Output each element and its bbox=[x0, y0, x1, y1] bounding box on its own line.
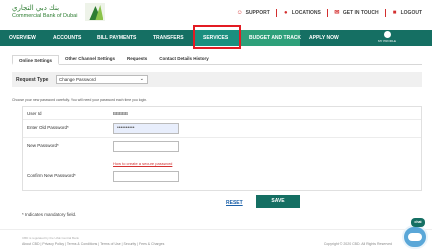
my-profile-label: MY PROFILE bbox=[377, 39, 397, 43]
divider bbox=[23, 119, 421, 120]
new-password-input[interactable] bbox=[113, 141, 179, 152]
regulation-notice: CBD is regulated by the UAE Central Bank bbox=[22, 236, 79, 240]
chat-badge[interactable]: chat bbox=[411, 218, 425, 227]
nav-budget-and-track[interactable]: BUDGET AND TRACK bbox=[240, 30, 301, 46]
reset-button[interactable]: RESET bbox=[226, 200, 243, 206]
nav-bill-payments[interactable]: BILL PAYMENTS bbox=[88, 30, 144, 46]
logout-link[interactable]: ■ LOGOUT bbox=[392, 10, 422, 16]
services-highlight-box bbox=[193, 25, 241, 49]
confirm-password-label: Confirm New Password* bbox=[27, 173, 76, 178]
logo-english-text: Commercial Bank of Dubai bbox=[12, 13, 78, 19]
user-id-value: BBBBB bbox=[113, 111, 129, 116]
divider bbox=[384, 9, 386, 17]
divider bbox=[326, 9, 328, 17]
password-instruction: Choose your new password carefully. You … bbox=[12, 98, 148, 102]
nav-transfers[interactable]: TRANSFERS bbox=[144, 30, 194, 46]
chat-face-icon bbox=[408, 233, 422, 241]
request-type-row: Request Type Change Password ⌄ bbox=[12, 72, 422, 87]
logout-icon: ■ bbox=[392, 10, 397, 16]
tab-requests[interactable]: Requests bbox=[121, 54, 153, 64]
tab-online-settings[interactable]: Online Settings bbox=[12, 55, 60, 65]
old-password-label: Enter Old Password* bbox=[27, 125, 69, 130]
top-links: ☺ SUPPORT ● LOCATIONS ✉ GET IN TOUCH ■ L… bbox=[231, 9, 422, 17]
locations-label: LOCATIONS bbox=[291, 10, 321, 16]
mandatory-note: * Indicates mandatory field. bbox=[22, 212, 77, 217]
support-label: SUPPORT bbox=[245, 10, 270, 16]
chat-bot-button[interactable] bbox=[402, 225, 428, 249]
logo-mark-icon bbox=[85, 3, 106, 21]
settings-tabs: Online Settings Other Channel Settings R… bbox=[12, 54, 422, 65]
secure-password-link[interactable]: How to create a secure password bbox=[113, 161, 172, 166]
nav-apply-now[interactable]: APPLY NOW bbox=[300, 30, 346, 46]
footer-links[interactable]: About CBD | Privacy Policy | Terms & Con… bbox=[22, 242, 164, 246]
avatar-icon bbox=[383, 31, 391, 38]
footer: CBD is regulated by the UAE Central Bank… bbox=[0, 229, 432, 252]
tab-other-channel-settings[interactable]: Other Channel Settings bbox=[59, 54, 121, 64]
old-password-input[interactable]: •••••••••• bbox=[113, 123, 179, 134]
confirm-password-input[interactable] bbox=[113, 171, 179, 182]
mail-icon: ✉ bbox=[334, 10, 340, 16]
my-profile-button[interactable]: MY PROFILE bbox=[372, 31, 402, 43]
locations-link[interactable]: ● LOCATIONS bbox=[283, 10, 321, 16]
user-id-label: User Id bbox=[27, 111, 42, 116]
chevron-down-icon: ⌄ bbox=[139, 76, 144, 82]
support-link[interactable]: ☺ SUPPORT bbox=[237, 10, 270, 16]
request-type-value: Change Password bbox=[59, 77, 96, 82]
save-button[interactable]: SAVE bbox=[256, 195, 300, 208]
divider bbox=[23, 137, 421, 138]
nav-accounts[interactable]: ACCOUNTS bbox=[44, 30, 88, 46]
copyright: Copyright © 2020 CBD. All Rights Reserve… bbox=[323, 242, 392, 246]
get-in-touch-label: GET IN TOUCH bbox=[342, 10, 379, 16]
logout-label: LOGOUT bbox=[400, 10, 422, 16]
nav-overview[interactable]: OVERVIEW bbox=[0, 30, 44, 46]
support-icon: ☺ bbox=[236, 10, 243, 16]
get-in-touch-link[interactable]: ✉ GET IN TOUCH bbox=[334, 10, 379, 16]
logo-arabic-text: بنك دبي التجاري bbox=[12, 4, 60, 12]
divider bbox=[275, 9, 277, 17]
request-type-label: Request Type bbox=[16, 76, 49, 83]
new-password-label: New Password* bbox=[27, 143, 59, 148]
change-password-form: User Id BBBBB Enter Old Password* ••••••… bbox=[22, 106, 422, 191]
location-pin-icon: ● bbox=[283, 10, 288, 16]
tab-contact-details-history[interactable]: Contact Details History bbox=[153, 54, 215, 64]
request-type-select[interactable]: Change Password ⌄ bbox=[56, 75, 148, 84]
cbd-logo[interactable]: بنك دبي التجاري Commercial Bank of Dubai bbox=[12, 3, 106, 21]
